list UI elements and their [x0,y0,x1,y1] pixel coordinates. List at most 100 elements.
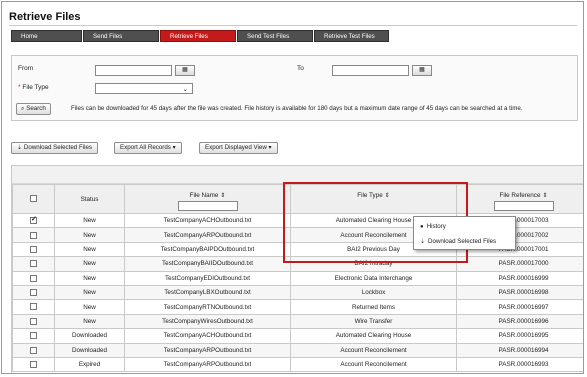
download-selected-button[interactable]: ⇣ Download Selected Files [11,142,99,154]
table-row[interactable]: New TestCompanyLBXOutbound.txt Lockbox PASR… [12,284,583,301]
select-all-header [12,184,55,214]
file-name-cell: TestCompanyARPOutbound.txt [124,356,291,373]
status-cell: New [54,313,125,330]
status-cell: New [54,256,125,272]
tab-home[interactable]: Home [11,30,82,42]
row-checkbox[interactable] [30,216,37,225]
row-checkbox[interactable] [30,274,37,282]
file-name-cell: TestCompanyACHOutbound.txt [124,212,291,229]
sort-icon: ⇕ [220,193,226,199]
file-name-filter-input[interactable] [177,201,238,211]
row-select-cell [12,299,55,315]
row-checkbox[interactable] [30,361,37,369]
file-name-header[interactable]: File Name ⇕ [124,184,291,214]
row-checkbox[interactable] [30,289,37,297]
file-type-label: * File Type [18,84,49,91]
status-header-label: Status [80,195,99,203]
file-name-cell: TestCompanyBAIIDOutbound.txt [124,256,291,272]
file-name-header-text: File Name ⇕ [126,192,290,199]
tab-send-files[interactable]: Send Files [83,30,159,42]
tab-retrieve-files[interactable]: Retrieve Files [160,30,236,42]
file-name-cell: TestCompanyRTNOutbound.txt [124,299,291,315]
file-reference-cell: PASR.000016998 [456,284,583,301]
table-row[interactable]: New TestCompanyBAIIDOutbound.txt BAI2 Intr… [12,256,583,272]
to-calendar-button[interactable]: ▦ [412,65,432,76]
tab-send-test-files[interactable]: Send Test Files [237,30,313,42]
row-select-cell [12,270,55,286]
row-checkbox[interactable] [30,231,37,239]
select-all-checkbox[interactable] [30,195,37,203]
chevron-down-icon: ⌄ [182,86,188,93]
page-title: Retrieve Files [9,11,81,23]
files-grid: Status File Name ⇕ File Type ⇕ File Refere… [11,165,584,373]
from-calendar-button[interactable]: ▦ [175,65,195,76]
file-reference-cell: PASR.000016999 [456,270,583,286]
export-all-button[interactable]: Export All Records ▾ [114,142,182,154]
row-checkbox[interactable] [30,245,37,253]
required-marker: * [18,84,21,91]
export-displayed-label: Export Displayed View [205,144,267,151]
status-cell: New [54,270,125,286]
search-button[interactable]: ⌕ Search [16,103,51,115]
row-checkbox[interactable] [30,260,37,268]
file-type-cell: Account Reconcilement [290,342,457,358]
file-name-cell: TestCompanyBAIPDOutbound.txt [124,241,291,258]
table-row[interactable]: Downloaded TestCompanyARPOutbound.txt Acco… [12,342,583,358]
row-select-cell [12,356,55,373]
row-checkbox[interactable] [30,303,37,311]
status-cell: Downloaded [54,342,125,358]
file-reference-cell: PASR.000016997 [456,299,583,315]
row-context-menu: ● History ⇣ Download Selected Files [413,216,516,250]
grid-top-bar [12,166,583,184]
row-checkbox[interactable] [30,317,37,325]
file-reference-header[interactable]: File Reference ⇕ [456,184,584,214]
file-reference-cell: PASR.000017000 [456,256,583,272]
retrieve-files-window: Retrieve Files Home Send Files Retrieve … [1,1,584,374]
file-reference-filter-input[interactable] [493,201,554,211]
context-menu-history[interactable]: ● History [420,223,446,230]
download-selected-label: Download Selected Files [23,144,93,151]
file-type-header[interactable]: File Type ⇕ [290,184,457,214]
row-select-cell [12,256,55,272]
from-date-input[interactable] [95,65,172,76]
row-select-cell [12,328,55,344]
table-row[interactable]: New TestCompanyWiresOutbound.txt Wire Tran… [12,313,583,330]
export-displayed-button[interactable]: Export Displayed View ▾ [199,142,278,154]
context-menu-download-selected[interactable]: ⇣ Download Selected Files [420,238,496,245]
file-name-cell: TestCompanyLBXOutbound.txt [124,284,291,301]
download-icon: ⇣ [420,239,426,245]
table-row[interactable]: New TestCompanyRTNOutbound.txt Returned It… [12,299,583,315]
tab-retrieve-test-files[interactable]: Retrieve Test Files [314,30,389,42]
table-row[interactable]: Downloaded TestCompanyACHOutbound.txt Auto… [12,328,583,344]
to-date-input[interactable] [332,65,409,76]
row-checkbox[interactable] [30,332,37,340]
table-row[interactable]: Expired TestCompanyARPOutbound.txt Account… [12,356,583,373]
file-type-header-text: File Type ⇕ [292,192,456,199]
row-select-cell [12,241,55,258]
sort-icon: ⇕ [384,193,390,199]
table-row[interactable]: New TestCompanyEDIOutbound.txt Electronic … [12,270,583,286]
file-name-cell: TestCompanyACHOutbound.txt [124,328,291,344]
file-reference-header-label: File Reference [499,192,541,199]
file-type-cell: Returned Items [290,299,457,315]
status-cell: Downloaded [54,328,125,344]
file-reference-header-text: File Reference ⇕ [458,192,584,199]
row-select-cell [12,313,55,330]
status-cell: New [54,299,125,315]
file-name-header-label: File Name [189,192,219,199]
file-type-cell: Lockbox [290,284,457,301]
caret-down-icon: ▾ [172,144,176,151]
file-type-select[interactable]: ⌄ [95,83,193,94]
from-label: From [18,65,34,72]
file-type-cell: Automated Clearing House [290,328,457,344]
download-icon: ⇣ [17,144,23,151]
calendar-icon: ▦ [419,67,425,73]
row-select-cell [12,284,55,301]
row-checkbox[interactable] [30,346,37,354]
row-select-cell [12,227,55,243]
file-reference-cell: PASR.000016996 [456,313,583,330]
file-name-cell: TestCompanyEDIOutbound.txt [124,270,291,286]
file-name-cell: TestCompanyARPOutbound.txt [124,342,291,358]
sort-icon: ⇕ [542,193,548,199]
to-label: To [297,65,304,72]
